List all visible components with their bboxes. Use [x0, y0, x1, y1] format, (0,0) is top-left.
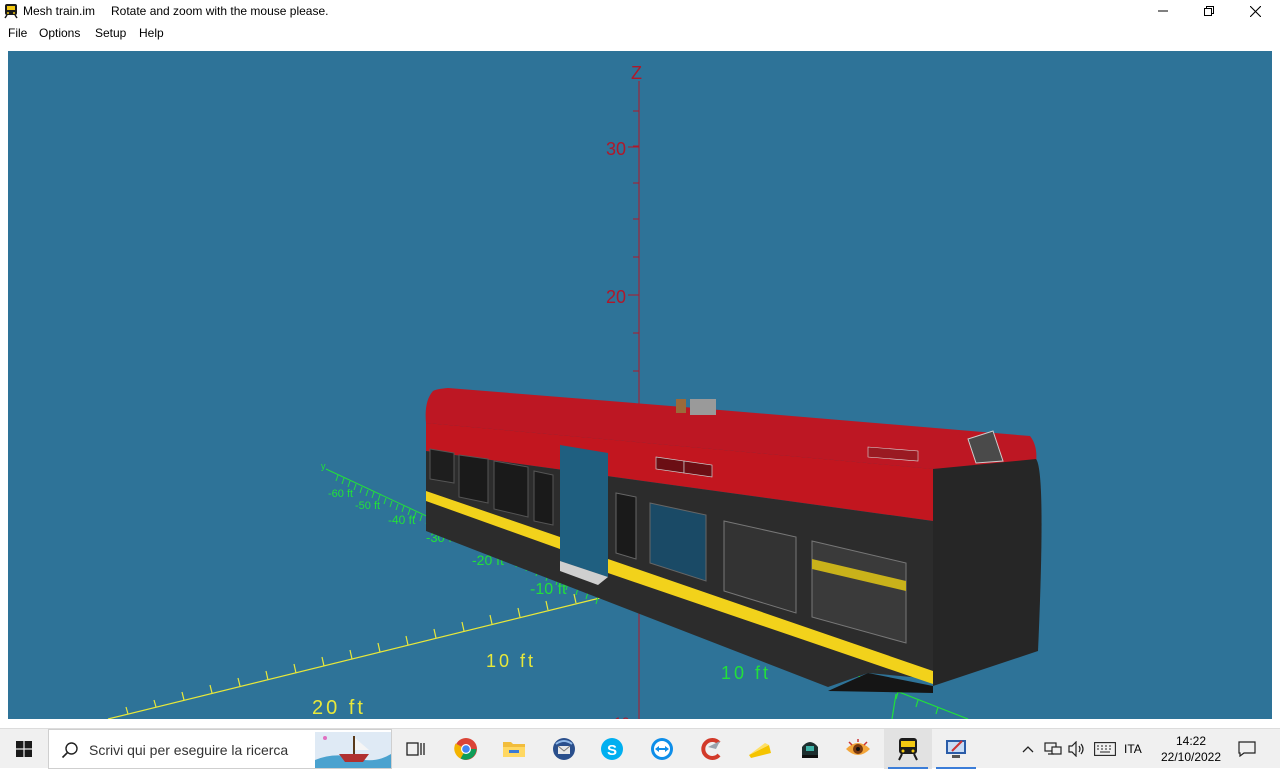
menu-file[interactable]: File — [8, 26, 27, 40]
window-title: Mesh train.im — [23, 4, 96, 18]
taskbar-teamviewer[interactable] — [638, 729, 686, 769]
z-axis-label: Z — [631, 63, 642, 83]
search-placeholder: Scrivi qui per eseguire la ricerca — [89, 742, 289, 758]
tray-keyboard[interactable] — [1092, 729, 1118, 769]
taskbar-eye-app[interactable] — [834, 729, 882, 769]
tray-show-hidden[interactable] — [1018, 729, 1038, 769]
train-icon — [898, 738, 918, 761]
roof-tank-1 — [676, 399, 686, 413]
monitor-pen-icon — [946, 740, 966, 758]
taskbar-task-view[interactable] — [392, 729, 440, 769]
taskbar-thunderbird[interactable] — [540, 729, 588, 769]
y-tick--50ft: -50 ft — [355, 500, 380, 512]
taskbar-ccleaner[interactable] — [688, 729, 736, 769]
search-icon — [61, 742, 78, 759]
minimize-icon — [1158, 10, 1168, 12]
svg-text:S: S — [607, 742, 617, 759]
menu-options[interactable]: Options — [39, 26, 80, 40]
tray-volume[interactable] — [1066, 729, 1088, 769]
taskbar-search[interactable]: Scrivi qui per eseguire la ricerca — [48, 729, 392, 769]
skype-icon: S — [601, 738, 623, 760]
menu-help[interactable]: Help — [139, 26, 164, 40]
z-tick-30: 30 — [606, 139, 626, 159]
right-tick-10ft: 10 ft — [721, 663, 771, 683]
clock-time: 14:22 — [1175, 734, 1207, 748]
z-axis — [628, 81, 640, 719]
train-app-icon — [4, 4, 18, 19]
keyboard-icon — [1094, 742, 1116, 756]
teamviewer-icon — [651, 738, 673, 760]
start-button[interactable] — [0, 729, 48, 769]
z-tick-20: 20 — [606, 287, 626, 307]
locomotive-icon — [802, 742, 818, 758]
z-tick-10: 10 — [614, 714, 630, 719]
train-window-4 — [533, 470, 554, 526]
taskbar-chrome[interactable] — [442, 729, 490, 769]
taskbar-skype[interactable]: S — [588, 729, 636, 769]
action-center-button[interactable] — [1232, 729, 1262, 769]
notification-icon — [1238, 741, 1256, 757]
search-highlight-art — [315, 732, 391, 768]
app-window: Mesh train.im Rotate and zoom with the m… — [0, 0, 1280, 728]
y-tick--40ft: -40 ft — [388, 513, 416, 527]
train-window-1 — [429, 448, 455, 484]
taskbar-cheese-app[interactable] — [736, 729, 784, 769]
windows-logo-icon — [16, 741, 32, 757]
y-tick--60ft: -60 ft — [328, 488, 353, 500]
train-door-opening — [560, 445, 608, 577]
tray-network[interactable] — [1042, 729, 1064, 769]
window-hint: Rotate and zoom with the mouse please. — [111, 4, 329, 18]
x-tick-10ft: 10 ft — [486, 651, 536, 671]
taskbar-file-explorer[interactable] — [490, 729, 538, 769]
input-language[interactable]: ITA — [1124, 742, 1142, 756]
chrome-icon — [454, 738, 477, 760]
taskbar-editor-app[interactable] — [932, 729, 980, 769]
eye-icon — [846, 739, 870, 755]
3d-viewport[interactable]: 20 ft 10 ft y -60 ft -50 ft -40 ft -30 f… — [8, 51, 1272, 719]
network-icon — [1044, 742, 1062, 755]
system-clock[interactable]: 14:22 22/10/2022 — [1156, 733, 1226, 765]
taskbar-engine-app[interactable] — [786, 729, 834, 769]
taskbar-mesh-train[interactable] — [884, 729, 932, 769]
roof-tank-2 — [690, 399, 716, 415]
clock-date: 22/10/2022 — [1160, 750, 1222, 764]
taskbar: Scrivi qui per eseguire la ricerca S ITA… — [0, 728, 1280, 769]
close-button[interactable] — [1232, 0, 1278, 22]
y-axis-label: y — [321, 461, 326, 471]
train-window-3 — [493, 460, 529, 518]
menu-setup[interactable]: Setup — [95, 26, 126, 40]
train-end-cap — [933, 459, 1042, 686]
chevron-up-icon — [1022, 746, 1034, 753]
close-icon — [1249, 5, 1261, 17]
train-car-model[interactable] — [425, 388, 1042, 693]
menu-bar: File Options Setup Help — [0, 22, 1280, 42]
train-window-2 — [458, 454, 489, 504]
thunderbird-icon — [553, 738, 575, 760]
ccleaner-icon — [701, 738, 721, 760]
folder-icon — [503, 742, 525, 757]
minimize-button[interactable] — [1140, 0, 1186, 22]
title-bar[interactable]: Mesh train.im Rotate and zoom with the m… — [0, 0, 1280, 22]
train-window-5 — [615, 492, 637, 560]
task-view-icon — [406, 742, 425, 756]
restore-icon — [1204, 6, 1214, 16]
restore-button[interactable] — [1186, 0, 1232, 22]
x-tick-20ft: 20 ft — [312, 697, 366, 719]
speaker-icon — [1068, 741, 1084, 757]
cheese-icon — [749, 743, 771, 758]
